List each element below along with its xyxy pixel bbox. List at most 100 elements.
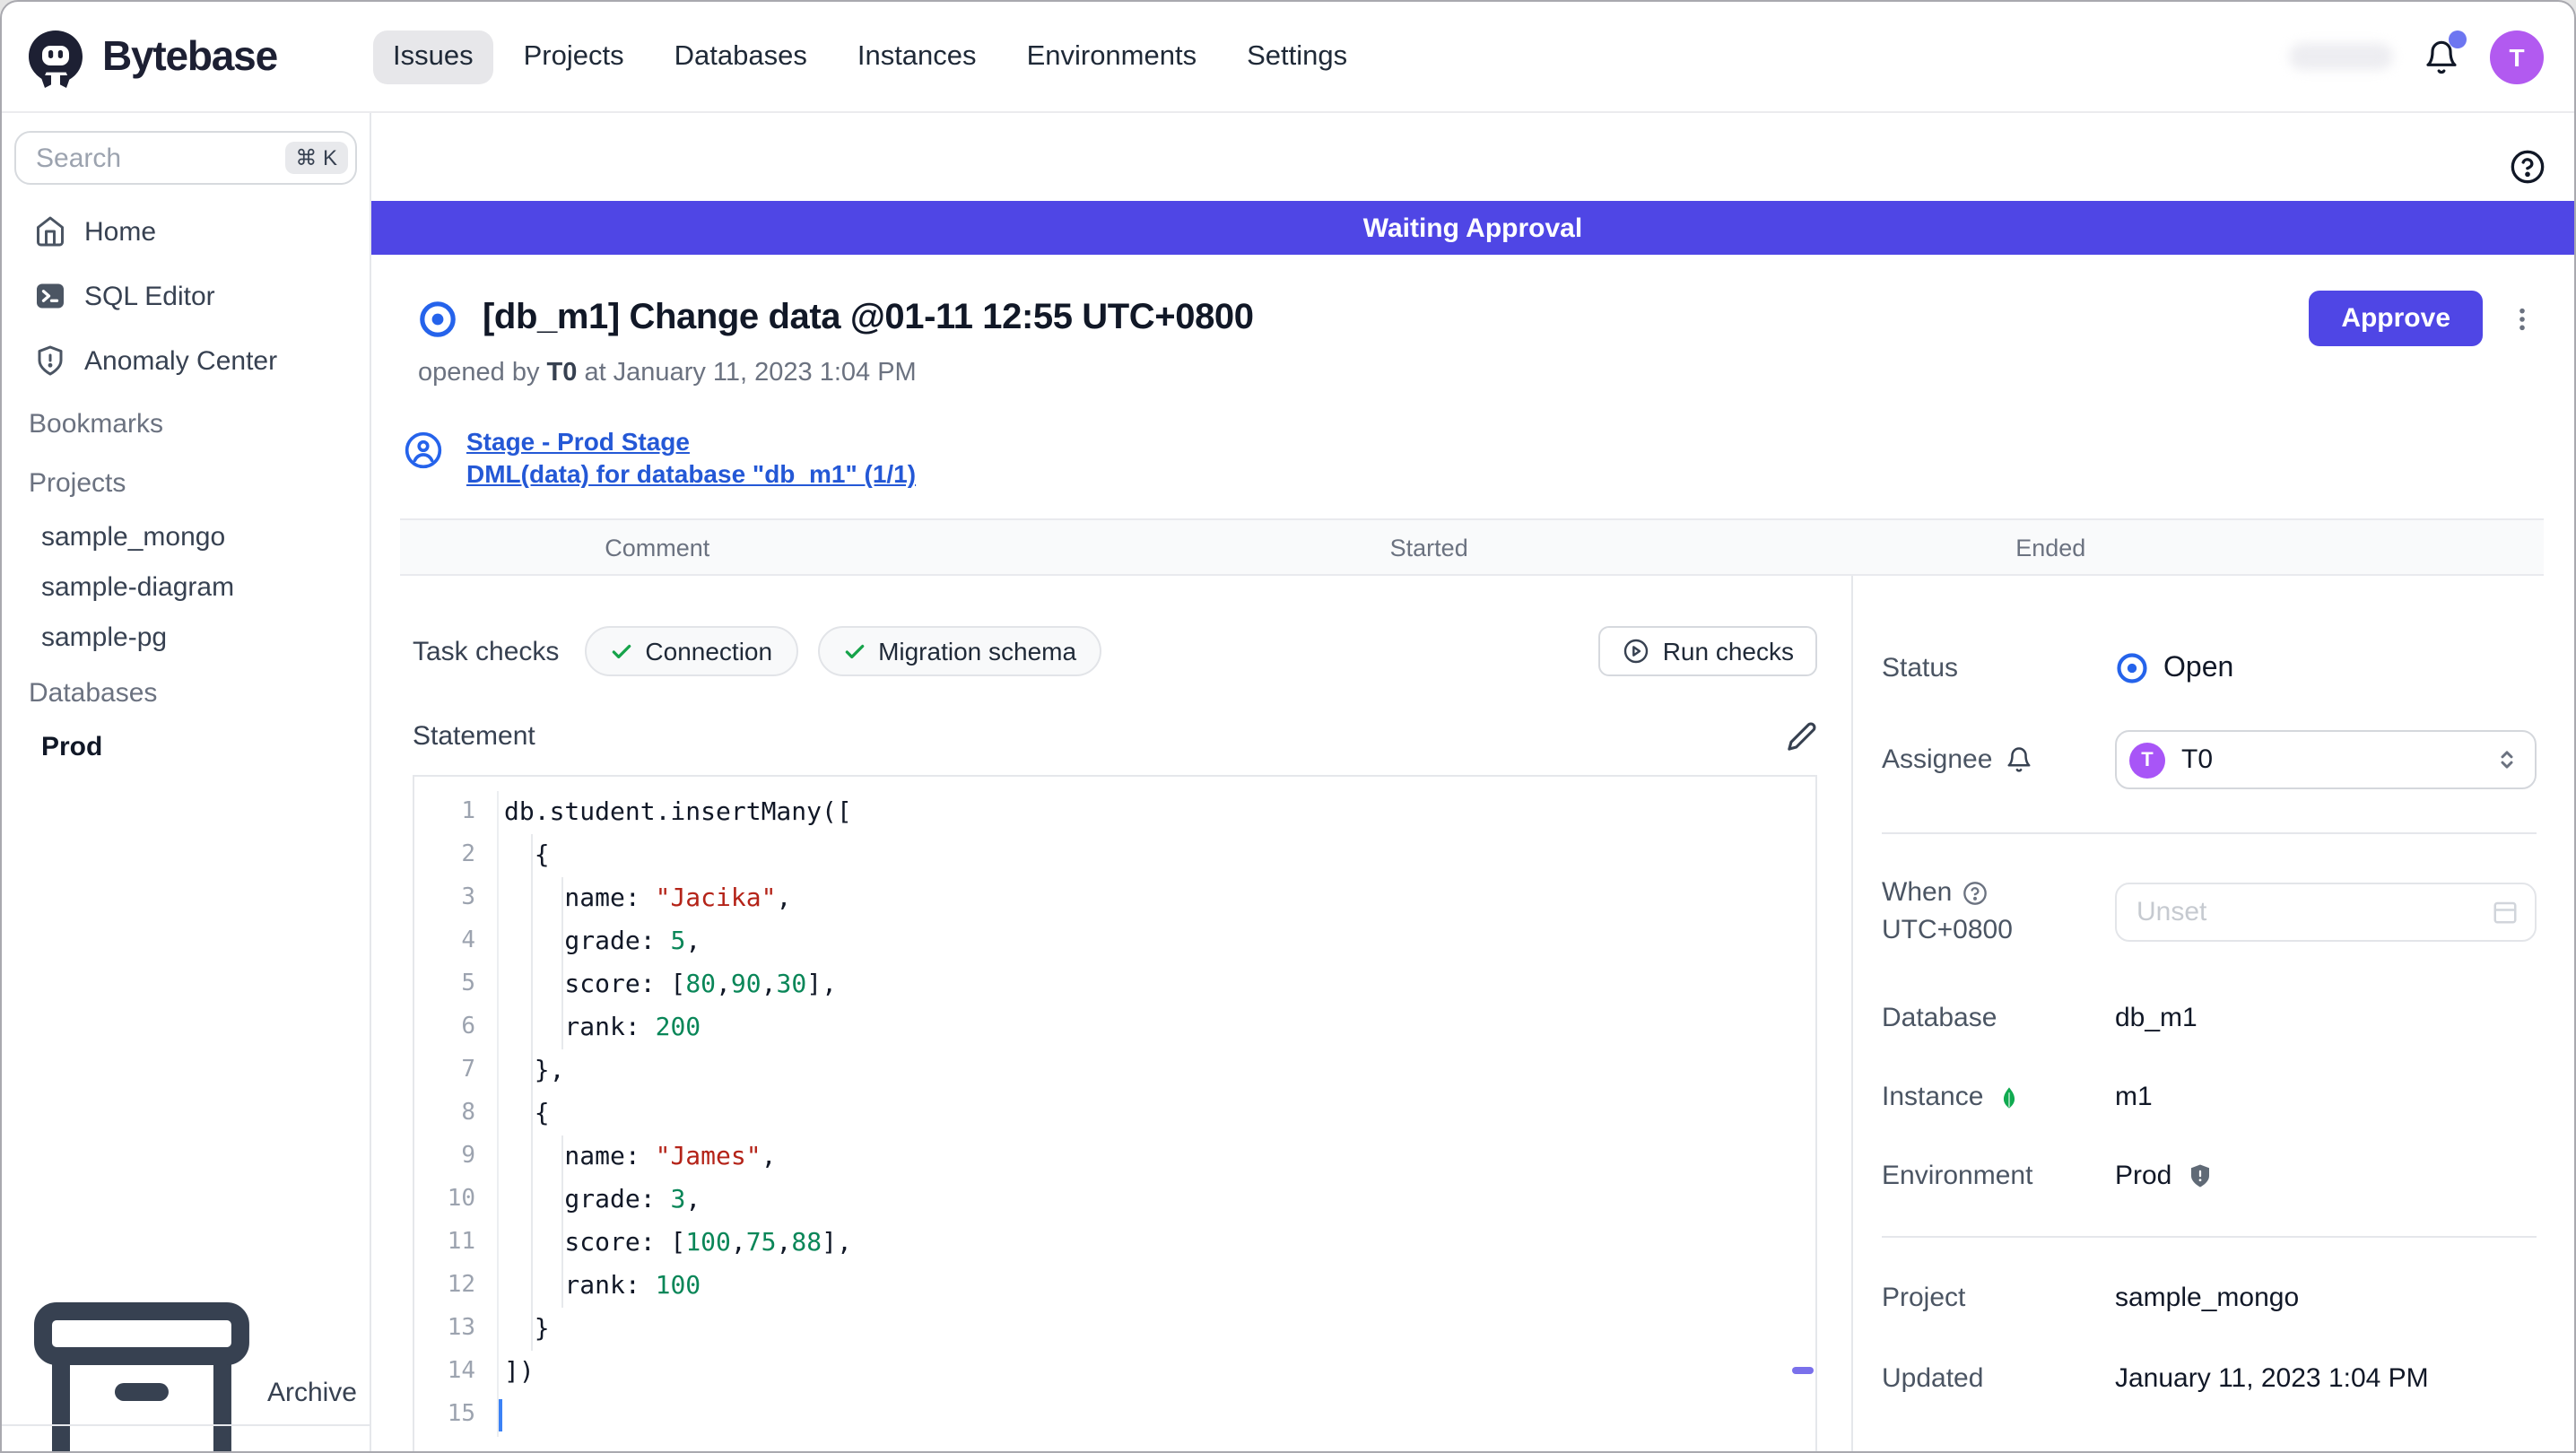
sidebar-project-sample-diagram[interactable]: sample-diagram bbox=[14, 561, 357, 612]
column-comment: Comment bbox=[605, 534, 710, 561]
project-row: Project sample_mongo bbox=[1882, 1283, 2537, 1313]
sidebar-item-sql-editor[interactable]: SQL Editor bbox=[14, 264, 357, 328]
code-line: 9 name: "James", bbox=[414, 1135, 1815, 1179]
sidebar-project-sample-mongo[interactable]: sample_mongo bbox=[14, 511, 357, 561]
code-text[interactable]: rank: 200 bbox=[497, 1006, 1815, 1049]
when-date-input[interactable]: Unset bbox=[2115, 882, 2537, 941]
run-checks-button[interactable]: Run checks bbox=[1597, 626, 1817, 676]
search-placeholder: Search bbox=[36, 143, 122, 173]
task-checks-label: Task checks bbox=[413, 636, 560, 666]
issue-status-icon bbox=[418, 299, 457, 338]
opened-prefix: opened by bbox=[418, 359, 540, 387]
project-value[interactable]: sample_mongo bbox=[2115, 1283, 2299, 1313]
approve-button[interactable]: Approve bbox=[2309, 291, 2483, 346]
nav-environments[interactable]: Environments bbox=[1007, 30, 1217, 83]
when-help-icon[interactable] bbox=[1962, 880, 1988, 905]
stage-link[interactable]: Stage - Prod Stage bbox=[466, 427, 916, 456]
nav-settings[interactable]: Settings bbox=[1227, 30, 1367, 83]
when-placeholder: Unset bbox=[2137, 896, 2207, 927]
code-line: 10 grade: 3, bbox=[414, 1179, 1815, 1222]
status-label: Status bbox=[1882, 653, 1959, 683]
sidebar-database-prod[interactable]: Prod bbox=[14, 721, 357, 771]
assignee-person-icon bbox=[404, 431, 443, 470]
terminal-icon bbox=[34, 280, 66, 312]
code-text[interactable]: ]) bbox=[497, 1351, 1815, 1394]
line-number: 7 bbox=[461, 1057, 475, 1083]
when-row: When UTC+0800 Unset bbox=[1882, 874, 2537, 949]
nav-issues[interactable]: Issues bbox=[373, 30, 493, 83]
database-label: Database bbox=[1882, 1003, 1997, 1033]
line-number: 8 bbox=[461, 1100, 475, 1127]
code-text[interactable]: { bbox=[497, 834, 1815, 877]
search-input[interactable]: Search ⌘ K bbox=[14, 131, 357, 185]
code-text[interactable]: }, bbox=[497, 1049, 1815, 1092]
issue-header: [db_m1] Change data @01-11 12:55 UTC+080… bbox=[371, 255, 2574, 346]
code-line: 1 db.student.insertMany([ bbox=[414, 791, 1815, 834]
statement-editor[interactable]: 1 db.student.insertMany([2 {3 name: "Jaci… bbox=[413, 775, 1817, 1451]
kebab-menu-icon[interactable] bbox=[2508, 291, 2537, 345]
code-text[interactable]: score: [80,90,30], bbox=[497, 963, 1815, 1006]
editor-scrollbar-mark[interactable] bbox=[1792, 1367, 1814, 1374]
blurred-region bbox=[2289, 43, 2393, 70]
code-line: 15 bbox=[414, 1394, 1815, 1437]
code-text[interactable]: name: "James", bbox=[497, 1135, 1815, 1179]
brand-name: Bytebase bbox=[102, 32, 278, 79]
sidebar-item-anomaly-center[interactable]: Anomaly Center bbox=[14, 328, 357, 393]
code-text[interactable]: score: [100,75,88], bbox=[497, 1222, 1815, 1265]
user-avatar[interactable]: T bbox=[2490, 30, 2544, 83]
line-number: 5 bbox=[461, 970, 475, 997]
sidebar-project-sample-pg[interactable]: sample-pg bbox=[14, 612, 357, 662]
code-text[interactable] bbox=[497, 1394, 1815, 1437]
issue-title: [db_m1] Change data @01-11 12:55 UTC+080… bbox=[483, 298, 1254, 337]
code-line: 13 } bbox=[414, 1308, 1815, 1351]
mongodb-leaf-icon bbox=[1996, 1084, 2021, 1109]
code-text[interactable]: } bbox=[497, 1308, 1815, 1351]
nav-projects[interactable]: Projects bbox=[504, 30, 644, 83]
code-text[interactable]: name: "Jacika", bbox=[497, 877, 1815, 920]
code-text[interactable]: { bbox=[497, 1092, 1815, 1135]
code-text[interactable]: db.student.insertMany([ bbox=[497, 791, 1815, 834]
notification-dot bbox=[2449, 30, 2467, 48]
code-line: 14]) bbox=[414, 1351, 1815, 1394]
assignee-bell-icon[interactable] bbox=[2005, 746, 2032, 773]
status-banner: Waiting Approval bbox=[371, 201, 2574, 255]
task-checks-row: Task checks Connection Migration schema … bbox=[413, 626, 1817, 676]
stage-section: Stage - Prod Stage DML(data) for databas… bbox=[371, 427, 2574, 488]
line-number: 15 bbox=[447, 1401, 475, 1428]
when-label: When bbox=[1882, 877, 1953, 908]
instance-value[interactable]: m1 bbox=[2115, 1082, 2153, 1112]
instance-label: Instance bbox=[1882, 1082, 1984, 1112]
code-text[interactable]: grade: 3, bbox=[497, 1179, 1815, 1222]
top-nav: Issues Projects Databases Instances Envi… bbox=[373, 30, 1367, 83]
check-label: Migration schema bbox=[878, 637, 1077, 666]
task-link[interactable]: DML(data) for database "db_m1" (1/1) bbox=[466, 459, 916, 488]
column-started: Started bbox=[1389, 534, 1468, 561]
help-icon[interactable] bbox=[2510, 149, 2546, 185]
statement-label: Statement bbox=[413, 721, 535, 752]
statement-header: Statement bbox=[413, 721, 1817, 752]
issue-opened-line: opened by T0 at January 11, 2023 1:04 PM bbox=[371, 346, 2574, 387]
line-number: 6 bbox=[461, 1014, 475, 1040]
nav-databases[interactable]: Databases bbox=[655, 30, 827, 83]
check-connection[interactable]: Connection bbox=[584, 626, 798, 676]
code-text[interactable]: rank: 100 bbox=[497, 1265, 1815, 1308]
sidebar-bottom-divider bbox=[2, 1424, 370, 1451]
edit-pencil-icon[interactable] bbox=[1787, 721, 1817, 752]
sidebar-item-home[interactable]: Home bbox=[14, 199, 357, 264]
environment-value[interactable]: Prod bbox=[2115, 1161, 2171, 1191]
assignee-label: Assignee bbox=[1882, 744, 1993, 775]
line-number: 9 bbox=[461, 1143, 475, 1170]
sidebar-section-bookmarks: Bookmarks bbox=[29, 409, 164, 439]
assignee-select[interactable]: T T0 bbox=[2115, 730, 2537, 789]
code-text[interactable]: grade: 5, bbox=[497, 920, 1815, 963]
code-line: 11 score: [100,75,88], bbox=[414, 1222, 1815, 1265]
editor-cursor bbox=[499, 1399, 502, 1431]
brand-logo[interactable]: Bytebase bbox=[2, 26, 373, 87]
nav-instances[interactable]: Instances bbox=[838, 30, 996, 83]
task-detail-pane: Task checks Connection Migration schema … bbox=[371, 576, 1851, 1451]
sidebar-item-archive[interactable]: Archive bbox=[14, 1302, 357, 1451]
database-value[interactable]: db_m1 bbox=[2115, 1003, 2197, 1033]
bytebase-logo-icon bbox=[25, 26, 86, 87]
notification-bell-icon[interactable] bbox=[2424, 30, 2467, 74]
check-migration-schema[interactable]: Migration schema bbox=[817, 626, 1102, 676]
